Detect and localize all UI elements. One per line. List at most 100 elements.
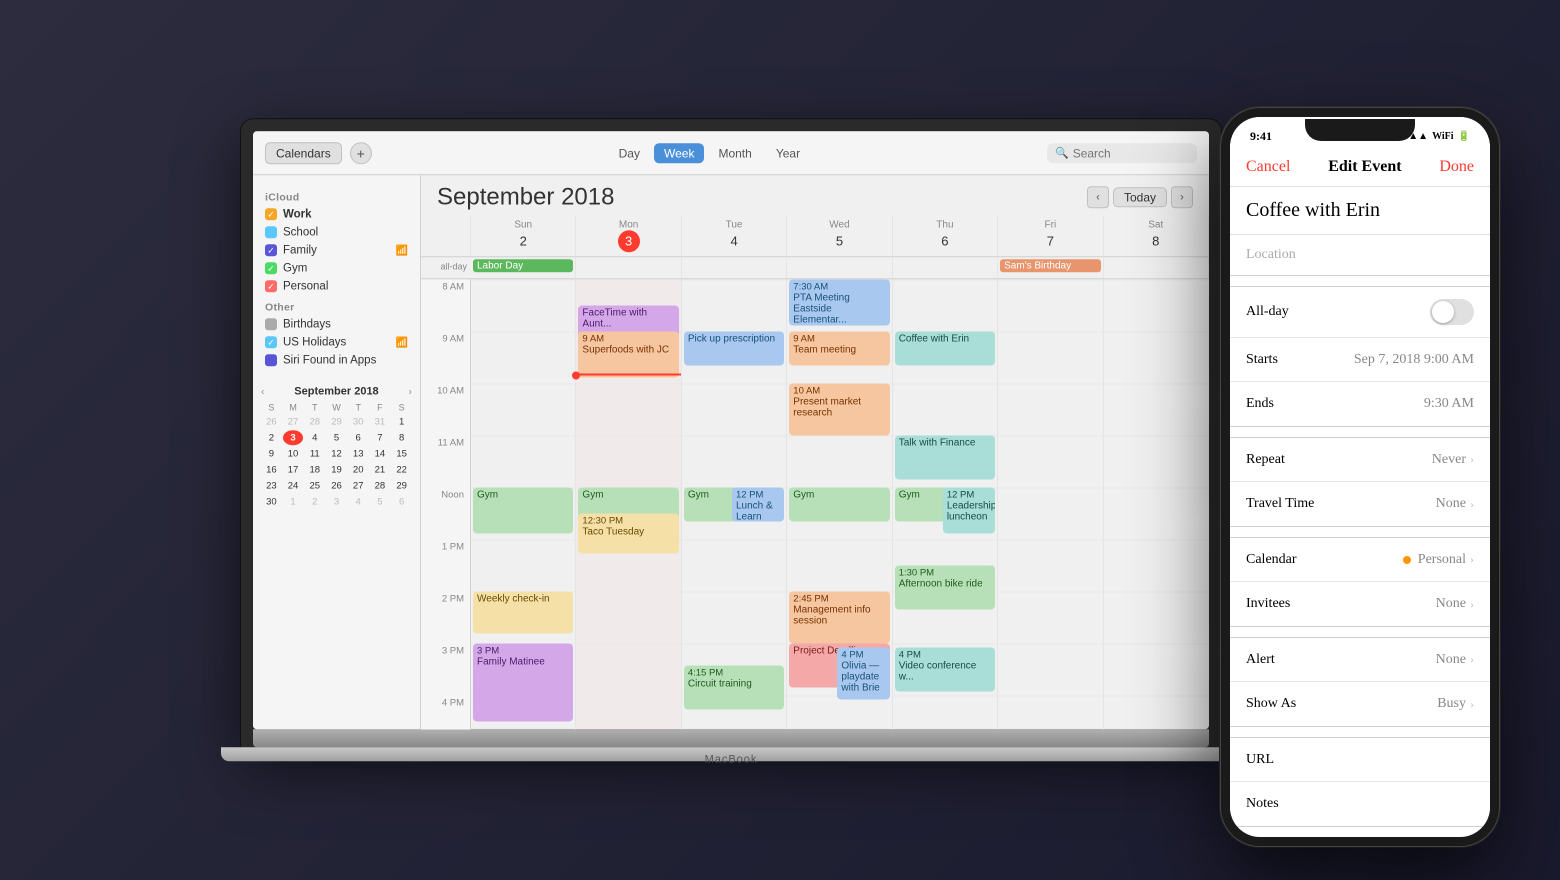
day-col-fri[interactable] [998,279,1103,729]
done-button[interactable]: Done [1439,158,1474,176]
mini-cal-next[interactable]: › [409,386,412,397]
sidebar-item-family[interactable]: ✓ Family 📶 [253,241,420,259]
add-event-button[interactable]: + [350,142,372,164]
mini-day[interactable]: 28 [370,478,391,493]
team-meeting-event[interactable]: 9 AM Team meeting [789,331,889,365]
video-conf-event[interactable]: 4 PM Video conference w... [895,647,995,691]
allday-toggle[interactable] [1430,299,1474,325]
mini-day-today[interactable]: 3 [283,430,304,445]
taco-tuesday-event[interactable]: 12:30 PM Taco Tuesday [578,513,678,553]
show-as-field[interactable]: Show As Busy › [1230,682,1490,726]
cancel-button[interactable]: Cancel [1246,158,1290,176]
day-header-wed[interactable]: Wed 5 [787,215,892,256]
day-col-thu[interactable]: Coffee with Erin Talk with Finance [893,279,998,729]
mini-day[interactable]: 23 [261,478,282,493]
mini-day[interactable]: 12 [326,446,347,461]
event-title-input[interactable]: Coffee with Erin [1230,187,1490,235]
mini-day[interactable]: 26 [261,414,282,429]
gym-event-sun[interactable]: Gym [473,487,573,533]
sidebar-item-us-holidays[interactable]: ✓ US Holidays 📶 [253,333,420,351]
mini-day[interactable]: 29 [391,478,412,493]
mini-day[interactable]: 6 [348,430,369,445]
mini-day[interactable]: 27 [348,478,369,493]
day-col-tue[interactable]: Pick up prescription Gym [682,279,787,729]
superfoods-event[interactable]: 9 AM Superfoods with JC [578,331,678,377]
prev-week-button[interactable]: ‹ [1087,186,1109,208]
starts-field[interactable]: Starts Sep 7, 2018 9:00 AM [1230,338,1490,382]
gym-event-wed[interactable]: Gym [789,487,889,521]
url-field[interactable]: URL [1230,738,1490,782]
mini-day[interactable]: 5 [326,430,347,445]
mini-day[interactable]: 13 [348,446,369,461]
search-input[interactable] [1073,146,1189,160]
repeat-field[interactable]: Repeat Never › [1230,438,1490,482]
finance-event[interactable]: Talk with Finance [895,435,995,479]
invitees-field[interactable]: Invitees None › [1230,582,1490,626]
day-col-sun[interactable]: Gym Weekly check-in [471,279,576,729]
sams-birthday-event[interactable]: Sam's Birthday [1000,259,1100,272]
mini-day[interactable]: 10 [283,446,304,461]
day-col-mon[interactable]: FaceTime with Aunt... 9 AM Superfoods wi… [576,279,681,729]
sidebar-item-school[interactable]: School [253,223,420,241]
prescription-event[interactable]: Pick up prescription [684,331,784,365]
mini-cal-prev[interactable]: ‹ [261,386,264,397]
calendars-button[interactable]: Calendars [265,142,342,164]
next-week-button[interactable]: › [1171,186,1193,208]
mini-day[interactable]: 25 [304,478,325,493]
notes-field[interactable]: Notes [1230,782,1490,826]
mini-day[interactable]: 4 [304,430,325,445]
olivia-playdate-event[interactable]: 4 PM Olivia — playdate with Brie [837,647,889,699]
mini-day[interactable]: 28 [304,414,325,429]
day-col-sat[interactable] [1104,279,1209,729]
day-header-sun[interactable]: Sun 2 [471,215,576,256]
mini-day[interactable]: 17 [283,462,304,477]
mini-day[interactable]: 3 [326,494,347,509]
bike-ride-event[interactable]: 1:30 PM Afternoon bike ride [895,565,995,609]
mini-day[interactable]: 1 [283,494,304,509]
mini-day[interactable]: 6 [391,494,412,509]
mini-day[interactable]: 2 [304,494,325,509]
day-col-wed[interactable]: 7:30 AM PTA Meeting Eastside Elementar..… [787,279,892,729]
leadership-event[interactable]: 12 PM Leadership luncheon [943,487,995,533]
search-box[interactable]: 🔍 [1047,143,1197,163]
coffee-erin-event[interactable]: Coffee with Erin [895,331,995,365]
view-month-button[interactable]: Month [708,143,761,163]
circuit-event[interactable]: 4:15 PM Circuit training [684,665,784,709]
mini-day[interactable]: 27 [283,414,304,429]
sidebar-item-siri[interactable]: Siri Found in Apps [253,351,420,369]
view-week-button[interactable]: Week [654,143,704,163]
day-header-tue[interactable]: Tue 4 [682,215,787,256]
mini-day[interactable]: 5 [370,494,391,509]
sidebar-item-gym[interactable]: ✓ Gym [253,259,420,277]
mini-day[interactable]: 31 [370,414,391,429]
family-matinee-event[interactable]: 3 PM Family Matinee [473,643,573,721]
sidebar-item-birthdays[interactable]: Birthdays [253,315,420,333]
mini-day[interactable]: 20 [348,462,369,477]
day-header-sat[interactable]: Sat 8 [1104,215,1209,256]
mini-day[interactable]: 7 [370,430,391,445]
mini-day[interactable]: 16 [261,462,282,477]
mini-day[interactable]: 4 [348,494,369,509]
sidebar-item-work[interactable]: ✓ Work [253,205,420,223]
mini-day[interactable]: 1 [391,414,412,429]
view-year-button[interactable]: Year [766,143,810,163]
day-header-fri[interactable]: Fri 7 [998,215,1103,256]
sidebar-item-personal[interactable]: ✓ Personal [253,277,420,295]
mini-day[interactable]: 8 [391,430,412,445]
travel-field[interactable]: Travel Time None › [1230,482,1490,526]
market-event[interactable]: 10 AM Present market research [789,383,889,435]
mini-day[interactable]: 18 [304,462,325,477]
mini-day[interactable]: 15 [391,446,412,461]
day-header-thu[interactable]: Thu 6 [893,215,998,256]
mini-day[interactable]: 22 [391,462,412,477]
mini-day[interactable]: 30 [348,414,369,429]
today-button[interactable]: Today [1113,187,1167,207]
mini-day[interactable]: 9 [261,446,282,461]
weekly-checkin-event[interactable]: Weekly check-in [473,591,573,633]
mini-day[interactable]: 14 [370,446,391,461]
mini-day[interactable]: 29 [326,414,347,429]
mini-day[interactable]: 21 [370,462,391,477]
ends-field[interactable]: Ends 9:30 AM [1230,382,1490,426]
mini-day[interactable]: 2 [261,430,282,445]
pta-event[interactable]: 7:30 AM PTA Meeting Eastside Elementar..… [789,279,889,325]
